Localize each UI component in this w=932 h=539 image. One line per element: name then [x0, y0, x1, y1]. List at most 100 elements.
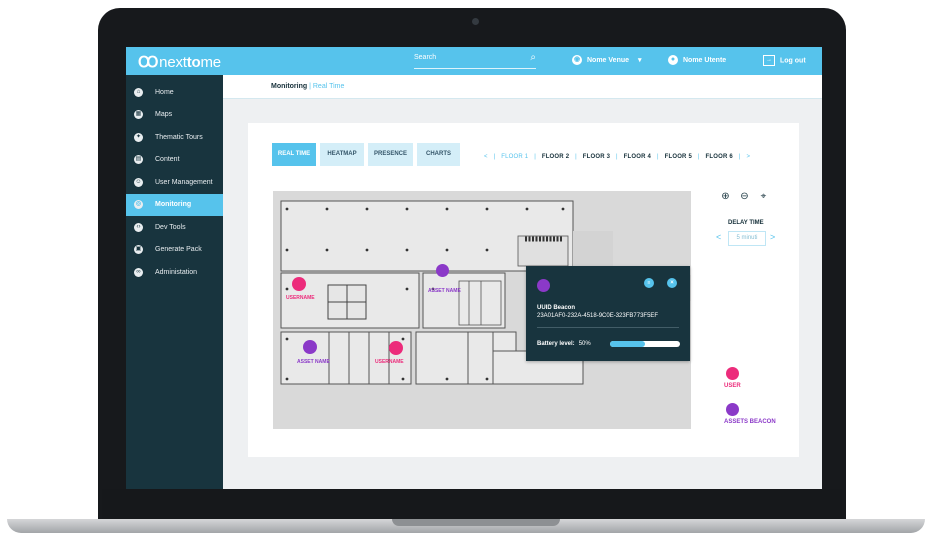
sidebar-item-thematic-tours[interactable]: ✦ Thematic Tours	[126, 126, 223, 149]
floor-tab-4[interactable]: FLOOR 4	[624, 154, 651, 160]
laptop-notch	[392, 519, 560, 526]
sidebar-item-user-management[interactable]: ☺ User Management	[126, 171, 223, 194]
search-icon[interactable]: ⌕	[530, 52, 536, 63]
venue-icon: ◉	[572, 55, 582, 65]
floor-tab-2[interactable]: FLOOR 2	[542, 154, 569, 160]
recenter-icon[interactable]: ⌖	[754, 191, 773, 202]
legend-assets-label: ASSETS BEACON	[724, 419, 776, 425]
home-icon: ⌂	[134, 87, 143, 97]
sidebar-item-label: User Management	[155, 178, 213, 186]
legend-user-label: USER	[724, 383, 741, 389]
logout-button[interactable]: → Log out	[763, 55, 806, 66]
sidebar-item-dev-tools[interactable]: ‹› Dev Tools	[126, 216, 223, 239]
sidebar-item-label: Administation	[155, 268, 198, 276]
user-marker-2[interactable]	[389, 341, 403, 355]
tab-real-time[interactable]: REAL TIME	[272, 143, 316, 166]
sidebar-item-generate-pack[interactable]: ▣ Generate Pack	[126, 239, 223, 262]
floor-selector: < | FLOOR 1 | FLOOR 2 | FLOOR 3 | FLOOR …	[484, 154, 750, 160]
sidebar-item-administation[interactable]: ∞ Administation	[126, 261, 223, 284]
user-label: Nome Utente	[683, 56, 727, 64]
user-icon: ●	[668, 55, 678, 65]
asset-marker-1[interactable]	[436, 264, 449, 277]
code-icon: ‹›	[134, 222, 143, 232]
floor-tab-3[interactable]: FLOOR 3	[583, 154, 610, 160]
asset-marker-2[interactable]	[303, 340, 317, 354]
logo-text-post: me	[200, 54, 222, 71]
sidebar-item-monitoring[interactable]: ◎ Monitoring	[126, 193, 223, 216]
sidebar-item-maps[interactable]: ▦ Maps	[126, 104, 223, 127]
delay-prev-icon[interactable]: <	[716, 232, 721, 242]
battery-bar-fill	[610, 341, 645, 347]
battery-value: 50%	[578, 341, 591, 347]
logo: Ꝏnexttome	[138, 53, 221, 71]
floor-tab-1[interactable]: FLOOR 1	[501, 154, 528, 160]
popup-title: UUID Beacon	[537, 305, 576, 311]
delay-next-icon[interactable]: >	[770, 232, 775, 242]
floor-separator: |	[493, 154, 496, 160]
venue-label: Nome Venue	[587, 56, 630, 64]
battery-level: Battery level: 50%	[537, 341, 591, 347]
user-marker-1[interactable]	[292, 277, 306, 291]
close-icon[interactable]: ×	[667, 278, 677, 288]
sidebar-item-label: Home	[155, 88, 174, 96]
beacon-popup: ≡ × UUID Beacon 23A01AF0-232A-4518-9C0E-…	[526, 266, 690, 361]
floor-next-icon[interactable]: >	[746, 154, 750, 160]
legend-user: USER	[724, 367, 741, 389]
chevron-down-icon: ▾	[637, 56, 642, 64]
sidebar-item-content[interactable]: ▤ Content	[126, 149, 223, 172]
search-placeholder: Search	[414, 54, 437, 61]
venue-selector[interactable]: ◉ Nome Venue ▾	[572, 55, 641, 65]
map-icon: ▦	[134, 110, 143, 120]
battery-label: Battery level:	[537, 341, 575, 347]
app-screen: Ꝏnexttome Search ⌕ ◉ Nome Venue ▾ ● Nome U…	[126, 47, 822, 489]
popup-divider	[537, 327, 679, 328]
delay-time-control: < 5 minuti >	[714, 231, 780, 246]
asset-marker-1-label: ASSET NAME	[428, 288, 461, 294]
floor-tab-6[interactable]: FLOOR 6	[706, 154, 733, 160]
legend-assets-beacon: ASSETS BEACON	[724, 403, 776, 425]
battery-bar	[610, 341, 680, 347]
zoom-out-icon[interactable]: ⊖	[735, 191, 754, 202]
logout-label: Log out	[780, 57, 806, 65]
tour-icon: ✦	[134, 132, 143, 142]
monitoring-card: REAL TIME HEATMAP PRESENCE CHARTS < | FL…	[248, 123, 799, 457]
floor-prev-icon[interactable]: <	[484, 154, 488, 160]
delay-time-value[interactable]: 5 minuti	[728, 231, 766, 246]
user-legend-icon	[726, 367, 739, 380]
breadcrumb: Monitoring | Real Time	[271, 83, 344, 90]
sidebar-item-label: Content	[155, 156, 180, 164]
user-menu[interactable]: ● Nome Utente	[668, 55, 726, 65]
logo-text-pre: next	[159, 54, 187, 71]
search-input[interactable]: Search ⌕	[414, 52, 536, 69]
sidebar: ⌂ Home ▦ Maps ✦ Thematic Tours ▤ Content ☺ Us…	[126, 75, 223, 489]
sidebar-item-label: Maps	[155, 111, 173, 119]
breadcrumb-section[interactable]: Monitoring	[271, 83, 307, 90]
sidebar-item-label: Generate Pack	[155, 246, 202, 254]
asset-marker-2-label: ASSET NAME	[297, 359, 330, 365]
floor-separator: |	[697, 154, 700, 160]
logo-text-bold: to	[186, 54, 201, 71]
sidebar-item-home[interactable]: ⌂ Home	[126, 81, 223, 104]
list-icon[interactable]: ≡	[644, 278, 654, 288]
main-content: Monitoring | Real Time REAL TIME HEATMAP…	[223, 75, 822, 489]
user-marker-2-label: USERNAME	[375, 359, 404, 365]
zoom-in-icon[interactable]: ⊕	[716, 191, 735, 202]
map-controls: ⊕ ⊖ ⌖	[716, 191, 776, 202]
floor-tab-5[interactable]: FLOOR 5	[665, 154, 692, 160]
monitoring-icon: ◎	[134, 200, 143, 210]
logout-icon: →	[763, 55, 775, 66]
floor-separator: |	[616, 154, 618, 160]
tab-charts[interactable]: CHARTS	[417, 143, 460, 166]
tab-presence[interactable]: PRESENCE	[368, 143, 413, 166]
sidebar-item-label: Thematic Tours	[155, 133, 203, 141]
pack-icon: ▣	[134, 245, 143, 255]
top-bar: Ꝏnexttome Search ⌕ ◉ Nome Venue ▾ ● Nome U…	[126, 47, 822, 75]
admin-icon: ∞	[134, 267, 143, 277]
webcam	[472, 18, 479, 25]
tab-heatmap[interactable]: HEATMAP	[320, 143, 364, 166]
floor-separator: |	[656, 154, 659, 160]
user-marker-1-label: USERNAME	[286, 295, 315, 301]
breadcrumb-bar: Monitoring | Real Time	[223, 75, 822, 99]
floor-separator: |	[534, 154, 536, 160]
laptop-bezel-bottom	[102, 489, 842, 520]
